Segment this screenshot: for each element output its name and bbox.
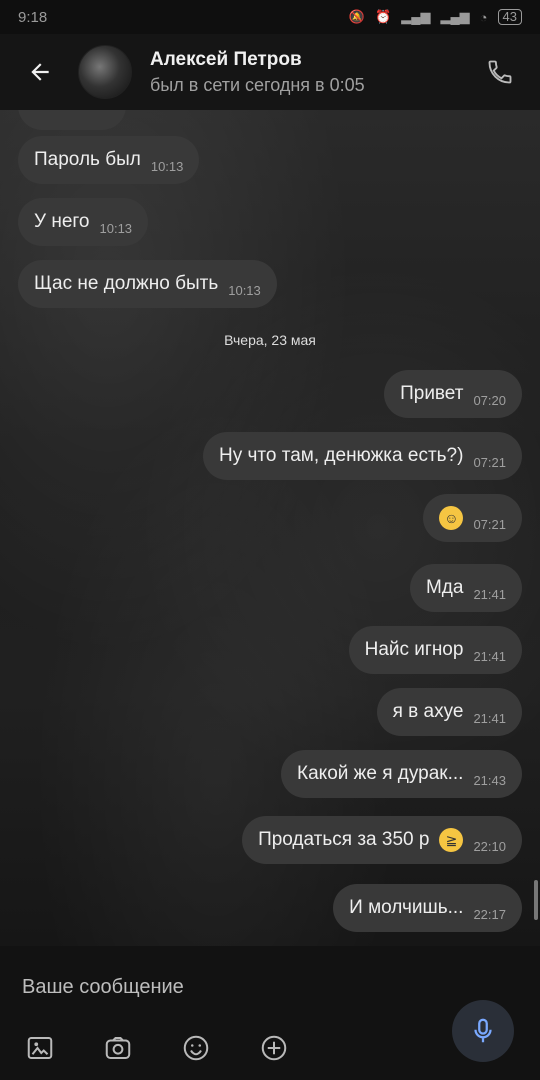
- message-time: 22:17: [473, 906, 506, 922]
- message-outgoing[interactable]: И молчишь... 22:17: [333, 884, 522, 932]
- message-time: 21:41: [473, 586, 506, 602]
- message-text: Привет: [400, 383, 464, 404]
- message-input[interactable]: Ваше сообщение: [22, 976, 184, 999]
- camera-icon[interactable]: [100, 1030, 136, 1066]
- date-separator: Вчера, 23 мая: [224, 332, 316, 348]
- contact-info[interactable]: Алексей Петров был в сети сегодня в 0:05: [150, 49, 480, 96]
- laughing-emoji-icon: ≧: [439, 828, 464, 852]
- chat-area[interactable]: Пароль был 10:13 У него 10:13 Щас не дол…: [0, 110, 540, 946]
- message-time: 10:13: [228, 282, 261, 298]
- message-time: 10:13: [99, 220, 133, 236]
- message-time: 07:20: [473, 392, 506, 408]
- mic-icon[interactable]: [452, 1000, 514, 1062]
- message-outgoing[interactable]: Найс игнор 21:41: [348, 626, 522, 674]
- message-incoming[interactable]: Щас не должно быть 10:13: [18, 260, 277, 308]
- message-incoming[interactable]: У него 10:13: [18, 198, 149, 246]
- message-time: 21:41: [473, 648, 506, 664]
- emoji-icon[interactable]: [178, 1030, 214, 1066]
- message-outgoing[interactable]: Ну что там, денюжка есть?) 07:21: [203, 432, 522, 480]
- image-icon[interactable]: [22, 1030, 58, 1066]
- chat-header: Алексей Петров был в сети сегодня в 0:05: [0, 34, 540, 110]
- message-outgoing[interactable]: ☺ 07:21: [423, 494, 522, 542]
- message-incoming[interactable]: Пароль был 10:13: [18, 136, 200, 184]
- scrollbar[interactable]: [534, 880, 538, 920]
- message-outgoing[interactable]: Продаться за 350 р ≧ 22:10: [242, 816, 522, 864]
- message-text: Щас не должно быть: [34, 273, 219, 294]
- message-time: 22:10: [473, 838, 506, 854]
- message-text: Найс игнор: [364, 639, 464, 660]
- message-text: И молчишь...: [349, 897, 464, 918]
- message-time: 10:13: [150, 158, 184, 174]
- smiley-emoji-icon: ☺: [439, 506, 464, 530]
- message-composer: Ваше сообщение: [0, 946, 540, 1080]
- wifi-icon: ◔: [479, 9, 488, 25]
- battery-indicator: 43: [497, 9, 522, 25]
- signal-icon: ▂▄▆: [440, 9, 470, 24]
- message-time: 21:43: [473, 772, 506, 788]
- status-time: 9:18: [18, 8, 48, 26]
- message-text: Ну что там, денюжка есть?): [219, 445, 464, 466]
- message-text: Какой же я дурак...: [297, 763, 464, 784]
- message-outgoing[interactable]: Привет 07:20: [384, 370, 522, 418]
- message-time: 07:21: [473, 454, 506, 470]
- message-text: я в ахуе: [392, 701, 464, 722]
- message-outgoing[interactable]: Какой же я дурак... 21:43: [281, 750, 522, 798]
- message-outgoing[interactable]: я в ахуе 21:41: [376, 688, 522, 736]
- mute-icon: 🔕: [348, 9, 366, 24]
- contact-name: Алексей Петров: [150, 48, 302, 70]
- status-bar: 9:18 🔕 ⏰ ▂▄▆ ▂▄▆ ◔ 43: [0, 0, 540, 34]
- signal-icon: ▂▄▆: [401, 9, 431, 24]
- phone-icon[interactable]: [480, 52, 520, 92]
- avatar[interactable]: [78, 45, 132, 99]
- message-outgoing[interactable]: Мда 21:41: [409, 564, 522, 612]
- back-arrow-icon[interactable]: [20, 52, 60, 92]
- alarm-icon: ⏰: [375, 9, 392, 24]
- message-time: 07:21: [473, 516, 506, 532]
- last-seen-status: был в сети сегодня в 0:05: [150, 74, 365, 95]
- message-text: Продаться за 350 р: [258, 829, 430, 850]
- message-text: У него: [34, 211, 90, 232]
- message-time: 21:41: [473, 710, 506, 726]
- message-text: Пароль был: [34, 149, 141, 170]
- message-bubble-partial[interactable]: [18, 110, 126, 130]
- status-icons: 🔕 ⏰ ▂▄▆ ▂▄▆ ◔ 43: [349, 9, 522, 25]
- composer-tools: [22, 1030, 292, 1066]
- plus-icon[interactable]: [256, 1030, 292, 1066]
- message-text: Мда: [425, 577, 464, 598]
